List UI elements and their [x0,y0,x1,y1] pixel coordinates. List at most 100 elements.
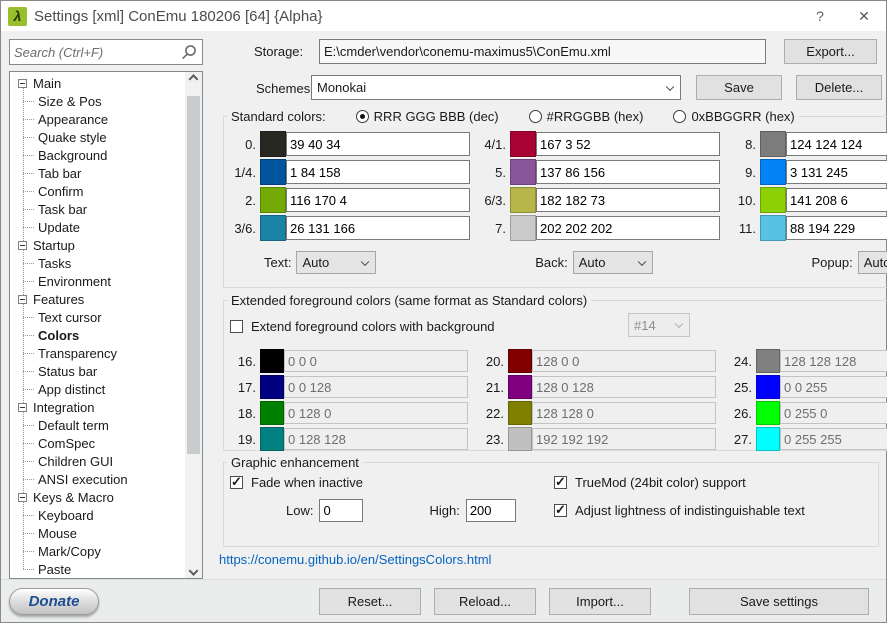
color-swatch[interactable] [260,215,286,241]
truemod-checkbox[interactable] [554,474,567,490]
tree-item[interactable]: Default term [10,416,185,434]
color-swatch[interactable] [510,187,536,213]
color-value-input[interactable] [284,402,468,424]
tree-item[interactable]: Confirm [10,182,185,200]
color-value-input[interactable] [786,216,887,240]
color-swatch[interactable] [510,215,536,241]
color-value-input[interactable] [532,350,716,372]
color-swatch[interactable] [760,131,786,157]
color-value-input[interactable] [532,428,716,450]
delete-scheme-button[interactable]: Delete... [796,75,882,100]
color-value-input[interactable] [286,160,470,184]
tree-parent-item[interactable]: Features [10,290,185,308]
tree-item[interactable]: Quake style [10,128,185,146]
donate-button[interactable]: Donate [9,588,99,615]
collapse-icon[interactable] [18,402,27,412]
color-value-input[interactable] [536,216,720,240]
color-value-input[interactable] [786,160,887,184]
color-value-input[interactable] [536,132,720,156]
tree-item[interactable]: Status bar [10,362,185,380]
color-format-radio[interactable]: 0xBBGGRR (hex) [673,109,795,124]
fade-low-input[interactable] [319,499,364,522]
color-format-radio[interactable]: #RRGGBB (hex) [528,109,643,124]
collapse-icon[interactable] [18,240,27,250]
export-button[interactable]: Export... [784,39,877,64]
color-value-input[interactable] [780,402,887,424]
color-role-combo[interactable]: Auto [296,251,377,274]
storage-path-field[interactable] [319,39,766,64]
scroll-up-icon[interactable] [185,72,202,89]
color-swatch[interactable] [756,401,780,425]
tree-item[interactable]: Appearance [10,110,185,128]
color-swatch[interactable] [508,375,532,399]
collapse-icon[interactable] [18,78,27,88]
color-format-radio[interactable]: RRR GGG BBB (dec) [355,109,499,124]
tree-item[interactable]: Tab bar [10,164,185,182]
color-value-input[interactable] [536,160,720,184]
tree-item[interactable]: Mark/Copy [10,542,185,560]
fade-when-inactive-checkbox[interactable] [230,474,243,490]
tree-item[interactable]: ComSpec [10,434,185,452]
color-value-input[interactable] [286,188,470,212]
color-role-combo[interactable]: Auto [857,251,887,274]
tree-item[interactable]: Mouse [10,524,185,542]
reset-button[interactable]: Reset... [319,588,421,615]
color-value-input[interactable] [284,350,468,372]
tree-item[interactable]: Background [10,146,185,164]
color-swatch[interactable] [260,349,284,373]
tree-item[interactable]: Keyboard [10,506,185,524]
color-role-combo[interactable]: Auto [572,251,653,274]
color-swatch[interactable] [260,427,284,451]
color-swatch[interactable] [260,131,286,157]
extend-foreground-checkbox[interactable] [230,319,243,333]
color-value-input[interactable] [786,132,887,156]
color-swatch[interactable] [260,401,284,425]
scrollbar-thumb[interactable] [187,96,200,454]
color-swatch[interactable] [508,401,532,425]
tree-item[interactable]: Transparency [10,344,185,362]
color-value-input[interactable] [284,376,468,398]
save-settings-button[interactable]: Save settings [689,588,869,615]
save-scheme-button[interactable]: Save [696,75,782,100]
tree-item[interactable]: App distinct [10,380,185,398]
color-swatch[interactable] [510,131,536,157]
color-swatch[interactable] [760,187,786,213]
tree-item[interactable]: Paste [10,560,185,578]
color-swatch[interactable] [756,349,780,373]
color-value-input[interactable] [780,350,887,372]
tree-item[interactable]: Size & Pos [10,92,185,110]
scroll-down-icon[interactable] [185,561,202,578]
import-button[interactable]: Import... [549,588,651,615]
color-value-input[interactable] [286,216,470,240]
color-value-input[interactable] [532,402,716,424]
collapse-icon[interactable] [18,294,27,304]
tree-item[interactable]: Environment [10,272,185,290]
tree-parent-item[interactable]: Startup [10,236,185,254]
help-button[interactable]: ? [798,2,842,31]
close-button[interactable]: ✕ [842,2,886,31]
color-swatch[interactable] [260,159,286,185]
tree-item[interactable]: Text cursor [10,308,185,326]
tree-item[interactable]: Update [10,218,185,236]
color-swatch[interactable] [508,349,532,373]
search-input[interactable] [14,41,176,63]
tree-item[interactable]: ANSI execution [10,470,185,488]
tree-item[interactable]: Children GUI [10,452,185,470]
color-swatch[interactable] [508,427,532,451]
schemes-combo[interactable]: Monokai [311,75,681,100]
color-value-input[interactable] [786,188,887,212]
reload-button[interactable]: Reload... [434,588,536,615]
tree-item[interactable]: Colors [10,326,185,344]
tree-parent-item[interactable]: Keys & Macro [10,488,185,506]
settings-colors-doc-link[interactable]: https://conemu.github.io/en/SettingsColo… [219,552,491,567]
color-swatch[interactable] [510,159,536,185]
color-swatch[interactable] [756,375,780,399]
color-value-input[interactable] [284,428,468,450]
color-swatch[interactable] [760,215,786,241]
color-swatch[interactable] [260,375,284,399]
color-value-input[interactable] [536,188,720,212]
tree-parent-item[interactable]: Main [10,74,185,92]
adjust-lightness-checkbox[interactable] [554,502,567,518]
fade-high-input[interactable] [465,499,516,522]
collapse-icon[interactable] [18,492,27,502]
